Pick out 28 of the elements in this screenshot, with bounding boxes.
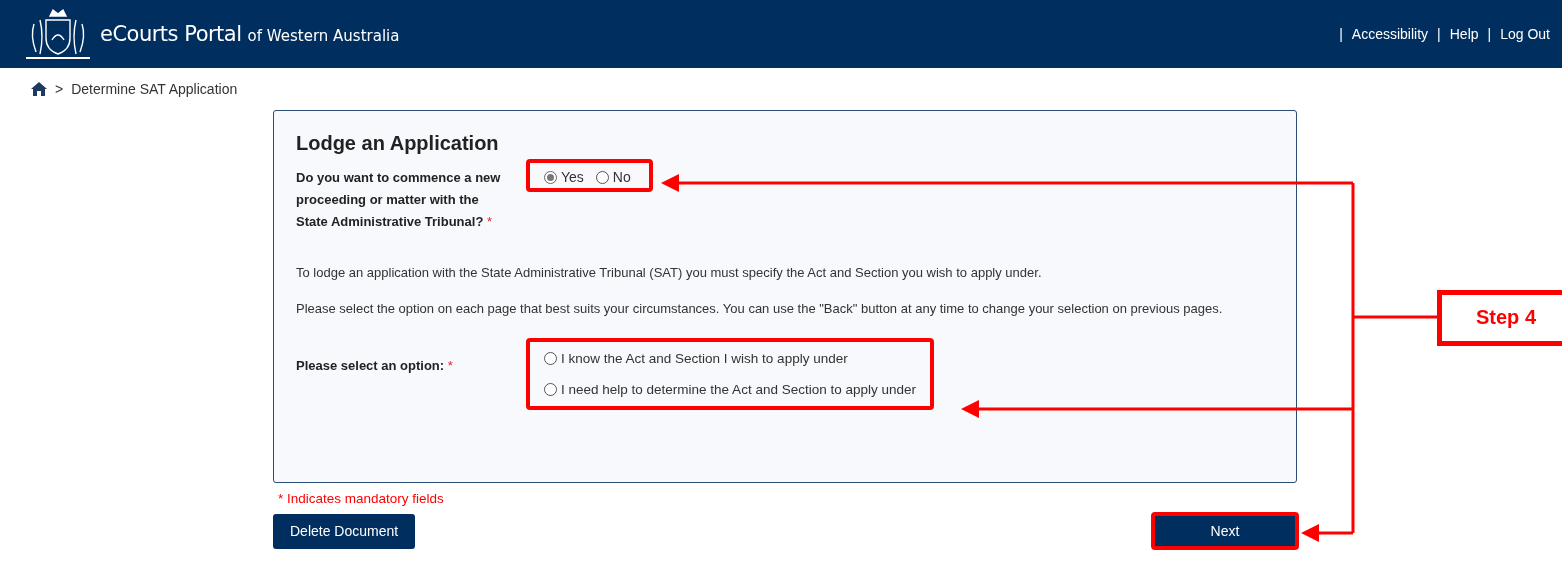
step-callout: Step 4 (1437, 290, 1562, 346)
radio-label[interactable]: I need help to determine the Act and Section to apply under (561, 382, 916, 397)
home-icon[interactable] (31, 82, 47, 96)
next-button[interactable]: Next (1155, 516, 1295, 546)
nav-link[interactable]: Log Out (1500, 26, 1550, 42)
radio-label[interactable]: Yes (561, 169, 584, 185)
radio-button[interactable] (544, 383, 557, 396)
site-subtitle: of Western Australia (247, 27, 400, 45)
mandatory-note: * Indicates mandatory fields (278, 491, 445, 506)
nav-link[interactable]: Help (1449, 26, 1479, 42)
info-paragraph: To lodge an application with the State Administrative Tribunal (SAT) you must specify the Act and Section you wish to apply under. (296, 264, 1043, 282)
radio-button[interactable] (595, 170, 609, 184)
question-label: Please select an option: * (296, 358, 454, 374)
question-label: Do you want to commence a new proceeding or matter with the State Administrative Tribunal? * (296, 169, 502, 231)
nav-separator: | (1487, 26, 1492, 42)
nav-separator: | (1437, 26, 1441, 42)
delete-button[interactable]: Delete Document (273, 513, 416, 549)
radio-button[interactable] (544, 352, 557, 365)
breadcrumb-current: Determine SAT Application (71, 81, 238, 97)
panel-title: Lodge an Application (296, 132, 500, 155)
nav-separator: | (1339, 26, 1343, 42)
breadcrumb-separator: > (55, 81, 64, 97)
radio-label[interactable]: No (612, 169, 631, 185)
info-paragraph: Please select the option on each page that best suits your circumstances. You can use the "Back" button at any time to change your selection on previous pages. (296, 300, 1224, 318)
nav-link[interactable]: Accessibility (1351, 26, 1429, 42)
radio-label[interactable]: I know the Act and Section I wish to apply under (561, 351, 848, 366)
radio-button[interactable] (544, 170, 557, 184)
site-title: eCourts Portal (100, 22, 242, 46)
